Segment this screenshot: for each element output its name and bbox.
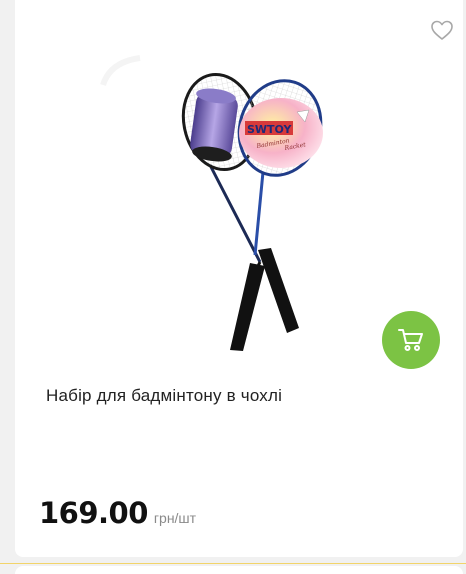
package-brand: SWTOY [247, 123, 293, 136]
shopping-cart-icon [398, 329, 423, 351]
favorite-button[interactable] [429, 18, 455, 42]
add-to-cart-button[interactable] [382, 311, 440, 369]
price-unit: грн/шт [153, 510, 197, 526]
price-row: 169.00 грн/шт [39, 496, 196, 530]
product-price: 169.00 [39, 496, 148, 530]
divider [0, 563, 466, 564]
next-card-edge [15, 566, 463, 574]
product-image[interactable]: SWTOY Badminton Racket [85, 50, 375, 360]
heart-outline-icon [431, 20, 453, 40]
product-card[interactable]: SWTOY Badminton Racket Набір для бадмінт… [15, 0, 463, 557]
product-title[interactable]: Набір для бадмінтону в чохлі [46, 386, 426, 406]
